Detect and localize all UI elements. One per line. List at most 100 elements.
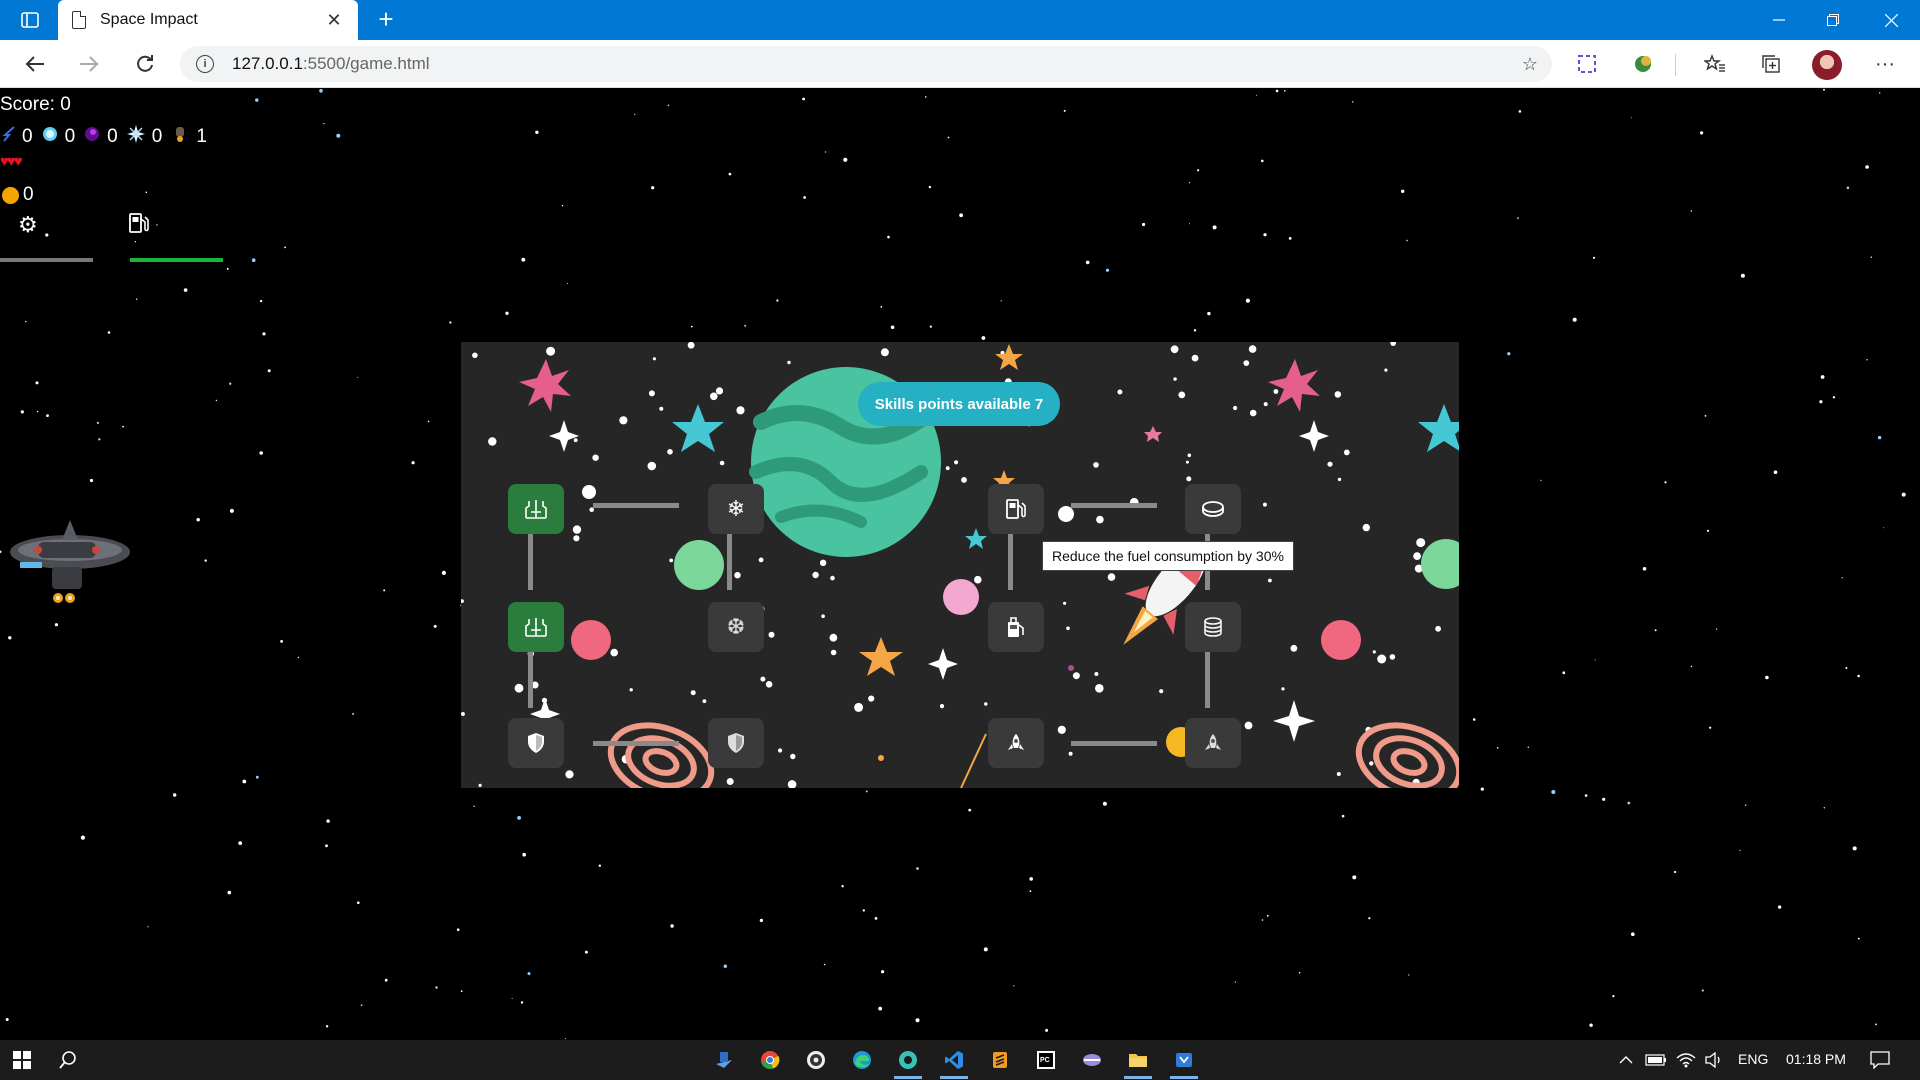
settings-gear-icon[interactable]: ⚙	[18, 212, 38, 238]
star	[383, 589, 386, 592]
fuel-pump-icon	[1006, 499, 1026, 519]
tab-actions-icon[interactable]	[14, 8, 46, 32]
star	[297, 656, 300, 659]
edge-icon[interactable]	[842, 1044, 882, 1076]
star	[1879, 92, 1881, 94]
vscode-icon[interactable]	[934, 1044, 974, 1079]
skill-coin-1[interactable]	[1185, 484, 1241, 534]
collections-icon[interactable]	[1756, 50, 1786, 78]
panel-dot	[787, 360, 791, 365]
skill-shield-2[interactable]	[708, 718, 764, 768]
star	[1507, 352, 1511, 356]
panel-dot	[669, 558, 674, 563]
panel-dot	[1117, 389, 1123, 395]
panel-dot	[1343, 449, 1350, 456]
tab-title: Space Impact	[100, 11, 198, 28]
game-canvas[interactable]: Score: 0 0 0 0 0 1 ♥♥♥ 0 ⚙ ❄ ❆ Skills po…	[0, 88, 1920, 1040]
star	[1630, 117, 1632, 119]
skill-ship-1[interactable]	[508, 484, 564, 534]
back-button[interactable]	[18, 48, 52, 80]
skill-ship-2[interactable]	[508, 602, 564, 652]
start-button[interactable]	[2, 1044, 42, 1076]
browser-tab[interactable]: Space Impact ✕	[58, 0, 358, 40]
notifications-icon[interactable]	[1860, 1044, 1900, 1076]
skill-rocket-1[interactable]	[988, 718, 1044, 768]
fuel-pump-icon[interactable]	[128, 212, 150, 234]
taskbar-app-icon[interactable]	[704, 1044, 744, 1076]
skill-rocket-2[interactable]	[1185, 718, 1241, 768]
star	[134, 241, 137, 243]
panel-dot	[787, 780, 797, 788]
tab-close-icon[interactable]: ✕	[324, 10, 344, 31]
panel-dot	[1173, 377, 1177, 381]
language-indicator[interactable]: ENG	[1738, 1051, 1768, 1067]
skill-freeze-2[interactable]: ❆	[708, 602, 764, 652]
screenshot-icon[interactable]	[1572, 50, 1602, 78]
search-icon[interactable]	[48, 1044, 88, 1076]
skill-tooltip: Reduce the fuel consumption by 30%	[1042, 541, 1294, 571]
skill-fuel-2[interactable]	[988, 602, 1044, 652]
close-window-icon[interactable]	[1864, 0, 1918, 40]
panel-dot	[1248, 345, 1257, 353]
panel-dot	[726, 778, 734, 785]
star	[1496, 747, 1499, 749]
star	[1029, 890, 1032, 893]
panel-dot	[573, 535, 580, 542]
address-bar[interactable]: i 127.0.0.1 :5500/game.html ☆	[180, 46, 1552, 82]
skill-shield-1[interactable]	[508, 718, 564, 768]
forward-button[interactable]	[72, 48, 106, 80]
skill-freeze-1[interactable]: ❄	[708, 484, 764, 534]
panel-dot	[565, 770, 574, 779]
star	[929, 325, 932, 328]
connector	[727, 532, 732, 590]
star	[947, 136, 950, 139]
panel-dot	[954, 460, 959, 465]
volume-icon[interactable]	[1694, 1044, 1734, 1076]
star	[98, 438, 101, 441]
star	[1266, 914, 1269, 917]
extension-icon[interactable]	[1628, 50, 1658, 78]
chrome-icon[interactable]	[750, 1044, 790, 1076]
star	[1642, 567, 1647, 571]
skill-coin-2[interactable]	[1185, 602, 1241, 652]
star	[326, 819, 330, 823]
star	[242, 779, 247, 784]
connector	[1071, 741, 1157, 746]
site-info-icon[interactable]: i	[196, 55, 214, 73]
add-favorite-icon[interactable]: ☆	[1522, 54, 1538, 75]
star	[183, 288, 188, 292]
panel-dot	[1191, 354, 1199, 362]
obs-icon[interactable]	[796, 1044, 836, 1076]
panel-dot	[1093, 462, 1099, 468]
panel-dot	[592, 454, 599, 461]
new-tab-button[interactable]: +	[370, 4, 402, 36]
more-menu-icon[interactable]: ···	[1870, 50, 1900, 78]
app-icon-blue[interactable]	[1164, 1044, 1204, 1079]
star	[1045, 1028, 1049, 1032]
favorites-icon[interactable]	[1700, 50, 1730, 78]
star	[1865, 165, 1869, 169]
restore-icon[interactable]	[1806, 0, 1860, 40]
star	[1000, 300, 1002, 302]
panel-dot	[690, 690, 696, 696]
ship-icon	[525, 618, 547, 637]
reload-button[interactable]	[128, 48, 162, 80]
star	[1654, 629, 1657, 632]
star	[916, 867, 919, 870]
star	[456, 928, 460, 931]
star	[255, 98, 259, 102]
app-icon[interactable]	[1072, 1044, 1112, 1076]
star	[1745, 804, 1747, 806]
file-explorer-icon[interactable]	[1118, 1044, 1158, 1079]
star	[1572, 317, 1577, 322]
skill-fuel-1[interactable]	[988, 484, 1044, 534]
pycharm-icon[interactable]: PC	[1026, 1044, 1066, 1076]
panel-dot	[1107, 573, 1116, 581]
clock[interactable]: 01:18 PM	[1786, 1051, 1846, 1067]
purple-orb-icon	[83, 125, 101, 148]
star	[267, 369, 271, 373]
profile-avatar[interactable]	[1812, 50, 1842, 80]
edge-dev-icon[interactable]	[888, 1044, 928, 1079]
minimize-icon[interactable]	[1752, 0, 1806, 40]
sublime-icon[interactable]	[980, 1044, 1020, 1076]
